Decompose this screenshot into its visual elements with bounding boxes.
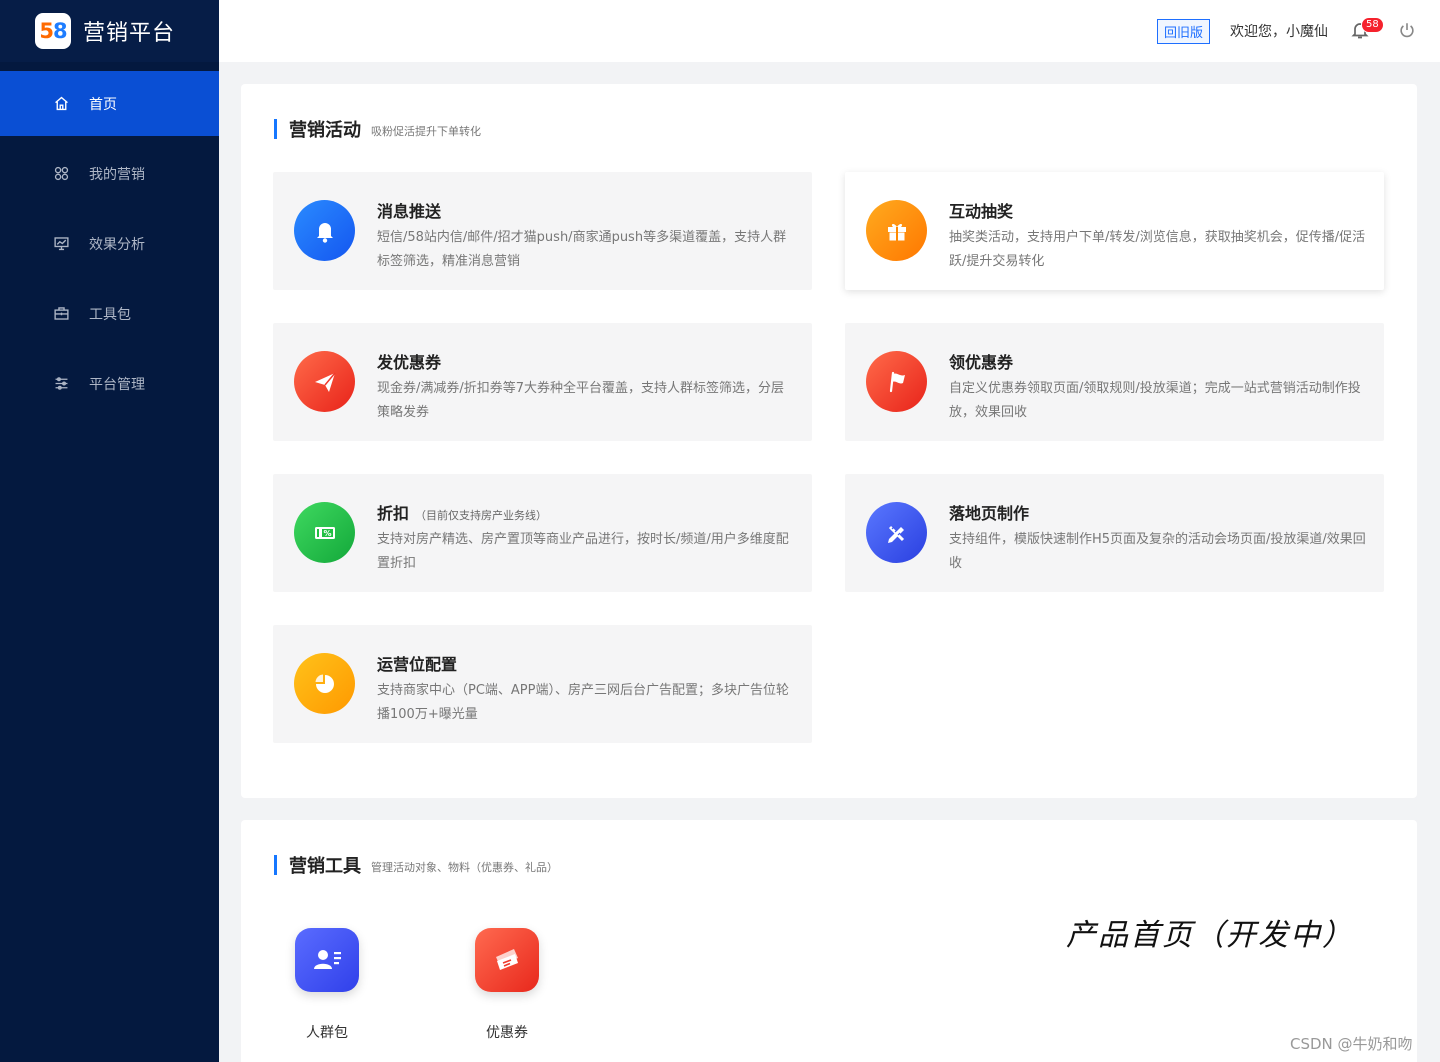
card-title: 落地页制作 <box>949 504 1030 523</box>
card-title: 发优惠券 <box>377 353 442 372</box>
card-title: 互动抽奖 <box>949 202 1014 221</box>
section-subtitle: 管理活动对象、物料（优惠券、礼品） <box>371 860 558 874</box>
discount-ticket-icon: % <box>294 502 355 563</box>
overlay-annotation: 产品首页（开发中） <box>1066 918 1354 953</box>
gift-icon <box>866 200 927 261</box>
sidebar-item-toolbox[interactable]: 工具包 <box>0 281 219 346</box>
card-description: 短信/58站内信/邮件/招才猫push/商家通push等多渠道覆盖，支持人群标签… <box>377 230 787 269</box>
sidebar-item-analytics[interactable]: 效果分析 <box>0 211 219 276</box>
card-issue-coupon[interactable]: 发优惠券 现金券/满减券/折扣券等7大券种全平台覆盖，支持人群标签筛选，分层策略… <box>273 323 812 441</box>
power-icon <box>1400 23 1414 38</box>
sidebar-item-home[interactable]: 首页 <box>0 71 219 136</box>
sidebar-item-label: 我的营销 <box>89 166 145 183</box>
tool-label: 人群包 <box>306 1025 348 1041</box>
card-description: 支持对房产精选、房产置顶等商业产品进行，按时长/频道/用户多维度配置折扣 <box>377 532 789 571</box>
old-version-button[interactable]: 回旧版 <box>1156 18 1210 44</box>
sidebar-item-label: 工具包 <box>89 306 131 323</box>
card-claim-coupon[interactable]: 领优惠券 自定义优惠券领取页面/领取规则/投放渠道；完成一站式营销活动制作投放，… <box>845 323 1384 441</box>
marketing-activities-panel: 营销活动 吸粉促活提升下单转化 消息推送 短信/58站内信/邮件/招才猫push… <box>241 84 1417 798</box>
tool-coupon[interactable]: 优惠券 <box>467 928 547 1042</box>
card-title: 领优惠券 <box>949 353 1014 372</box>
watermark: CSDN @牛奶和吻 <box>1290 1035 1413 1053</box>
coupon-icon <box>475 928 539 992</box>
card-description: 支持商家中心（PC端、APP端）、房产三网后台广告配置；多块广告位轮播100万+… <box>377 683 789 722</box>
card-ad-slot-config[interactable]: 运营位配置 支持商家中心（PC端、APP端）、房产三网后台广告配置；多块广告位轮… <box>273 625 812 743</box>
section-title: 营销工具 <box>289 856 361 877</box>
welcome-text: 欢迎您，小魔仙 <box>1230 24 1328 40</box>
sidebar: 58 营销平台 首页 我的营销 效果分析 工具包 平台管理 <box>0 0 219 1062</box>
sidebar-item-label: 平台管理 <box>89 376 145 393</box>
sidebar-item-platform-management[interactable]: 平台管理 <box>0 351 219 416</box>
section-title: 营销活动 <box>289 120 361 141</box>
logo-area[interactable]: 58 营销平台 <box>0 0 219 62</box>
sidebar-nav: 首页 我的营销 效果分析 工具包 平台管理 <box>0 71 219 416</box>
tool-audience-pack[interactable]: 人群包 <box>287 928 367 1042</box>
paper-plane-icon <box>294 351 355 412</box>
card-description: 自定义优惠券领取页面/领取规则/投放渠道；完成一站式营销活动制作投放，效果回收 <box>949 381 1361 420</box>
logout-button[interactable] <box>1398 21 1418 41</box>
card-note: （目前仅支持房产业务线） <box>415 509 548 522</box>
section-subtitle: 吸粉促活提升下单转化 <box>371 124 481 138</box>
card-message-push[interactable]: 消息推送 短信/58站内信/邮件/招才猫push/商家通push等多渠道覆盖，支… <box>273 172 812 290</box>
toolbox-icon <box>52 305 70 323</box>
app-title: 营销平台 <box>83 21 176 46</box>
section-header: 营销工具 管理活动对象、物料（优惠券、礼品） <box>274 852 558 878</box>
sidebar-item-label: 效果分析 <box>89 236 145 253</box>
card-description: 抽奖类活动，支持用户下单/转发/浏览信息，获取抽奖机会，促传播/促活跃/提升交易… <box>949 230 1366 269</box>
svg-text:%: % <box>323 529 331 538</box>
logo-badge: 58 <box>35 13 71 49</box>
sidebar-item-label: 首页 <box>89 96 117 113</box>
section-accent-bar <box>274 855 277 875</box>
section-accent-bar <box>274 119 277 139</box>
top-header: 回旧版 欢迎您，小魔仙 58 <box>219 0 1440 62</box>
user-group-icon <box>295 928 359 992</box>
sidebar-item-my-marketing[interactable]: 我的营销 <box>0 141 219 206</box>
card-title: 折扣 （目前仅支持房产业务线） <box>377 504 548 523</box>
flag-icon <box>866 351 927 412</box>
pie-chart-icon <box>294 653 355 714</box>
bell-icon <box>294 200 355 261</box>
card-description: 支持组件，模版快速制作H5页面及复杂的活动会场页面/投放渠道/效果回收 <box>949 532 1366 571</box>
card-interactive-lottery[interactable]: 互动抽奖 抽奖类活动，支持用户下单/转发/浏览信息，获取抽奖机会，促传播/促活跃… <box>845 172 1384 290</box>
home-icon <box>52 95 70 113</box>
analytics-icon <box>52 235 70 253</box>
notification-button[interactable]: 58 <box>1350 17 1384 42</box>
card-landing-page[interactable]: 落地页制作 支持组件，模版快速制作H5页面及复杂的活动会场页面/投放渠道/效果回… <box>845 474 1384 592</box>
tool-label: 优惠券 <box>486 1025 528 1041</box>
apps-icon <box>52 165 70 183</box>
section-header: 营销活动 吸粉促活提升下单转化 <box>274 116 481 142</box>
card-title: 消息推送 <box>377 202 442 221</box>
card-discount[interactable]: % 折扣 （目前仅支持房产业务线） 支持对房产精选、房产置顶等商业产品进行，按时长… <box>273 474 812 592</box>
card-description: 现金券/满减券/折扣券等7大券种全平台覆盖，支持人群标签筛选，分层策略发券 <box>377 381 785 420</box>
notification-badge: 58 <box>1361 17 1384 33</box>
card-title: 运营位配置 <box>377 655 458 674</box>
settings-list-icon <box>52 375 70 393</box>
ruler-pencil-icon <box>866 502 927 563</box>
